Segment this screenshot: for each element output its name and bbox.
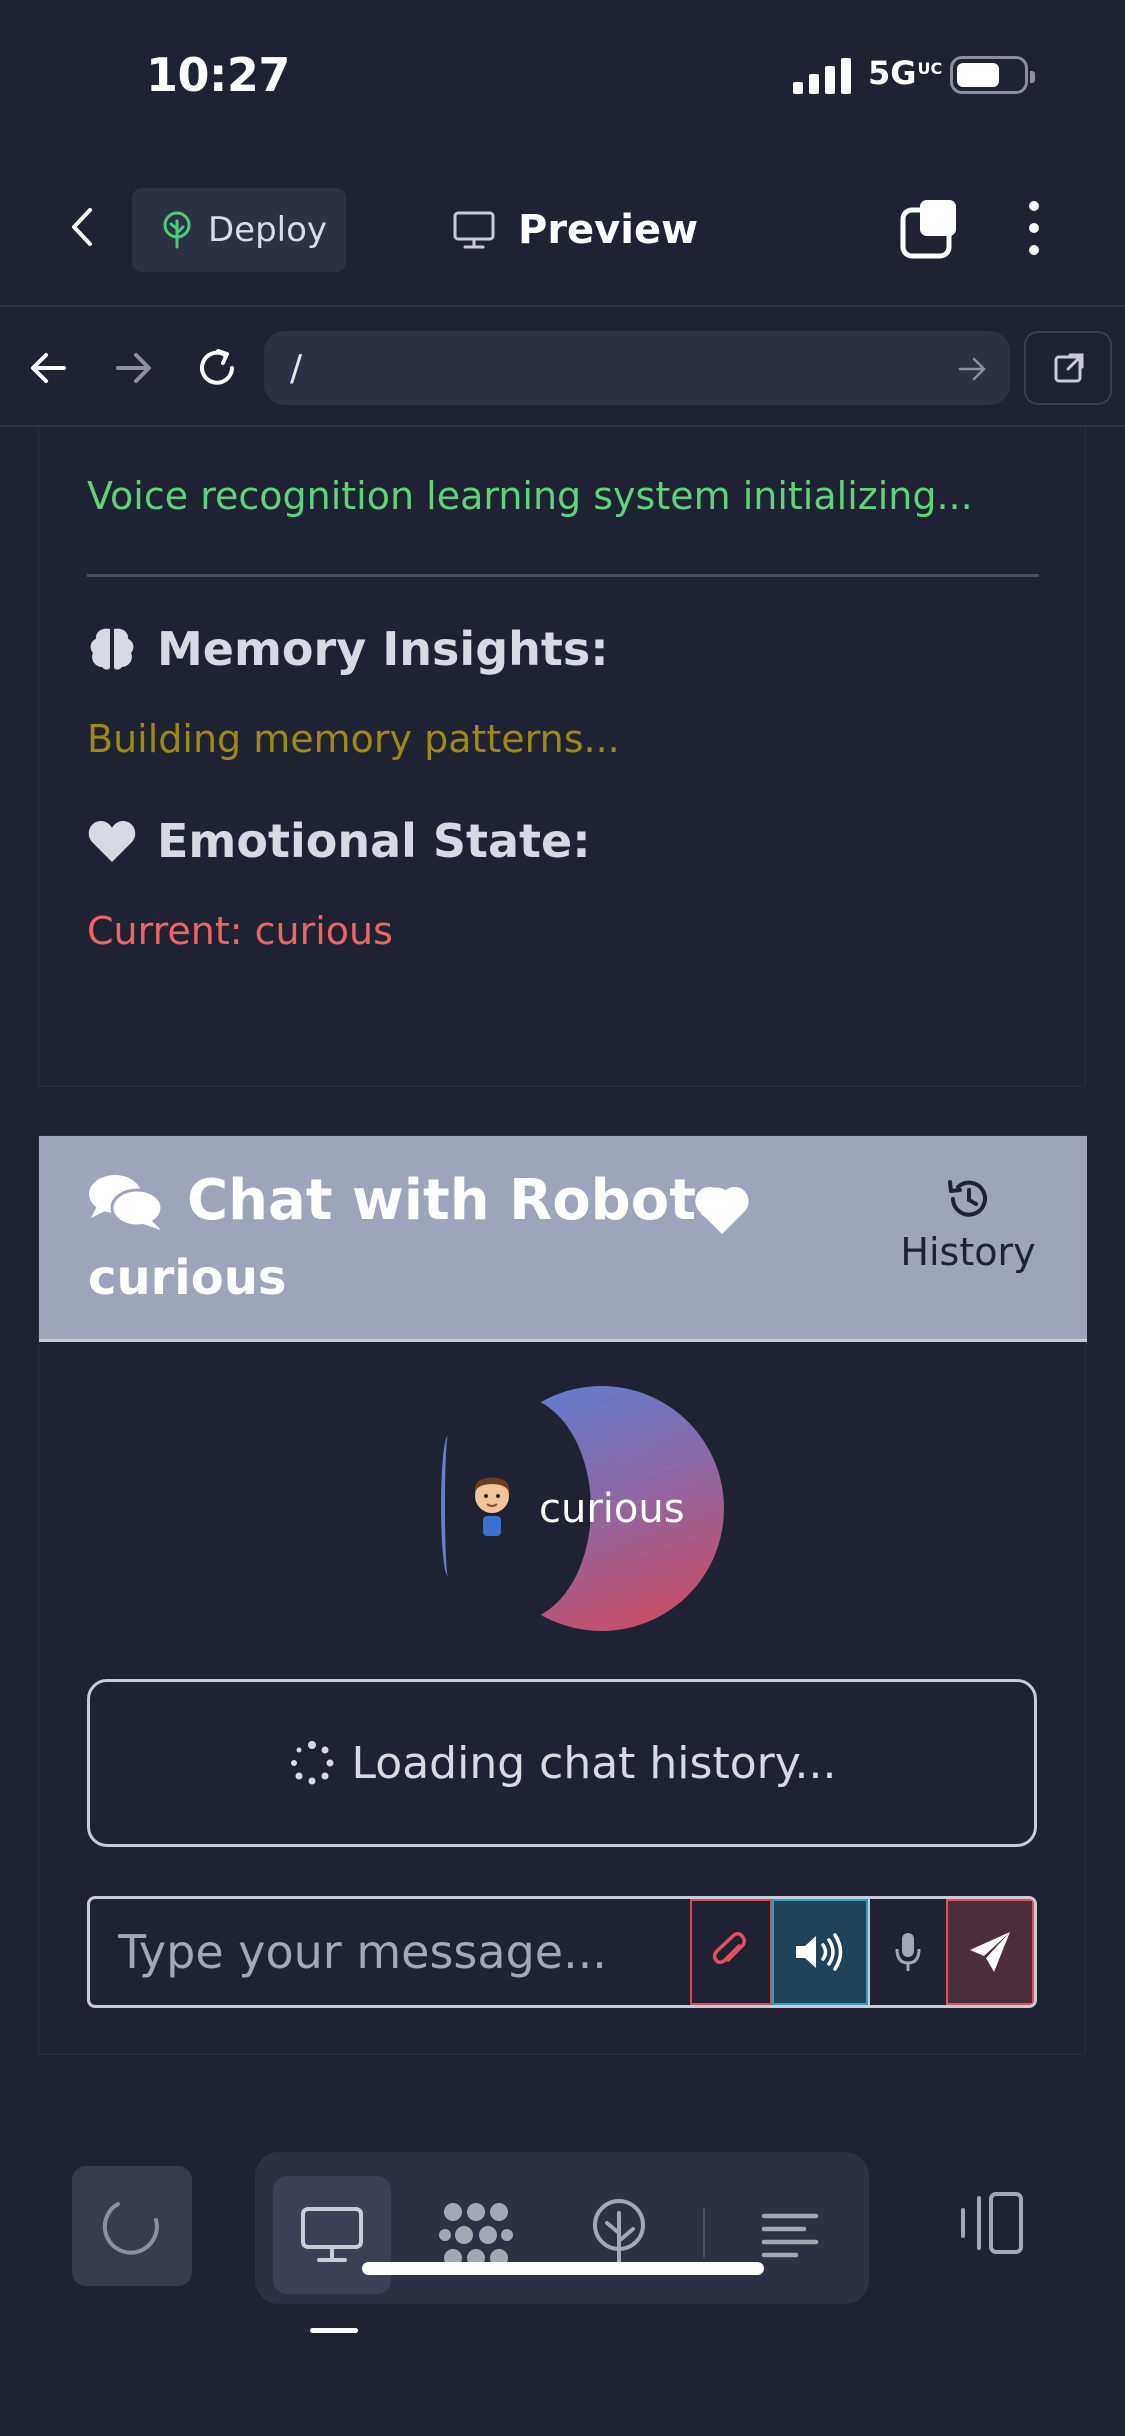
heart-icon: [695, 1187, 749, 1234]
chat-header: Chat with Roboto curious History: [39, 1136, 1087, 1342]
home-indicator: [362, 2262, 764, 2275]
send-button[interactable]: [946, 1899, 1034, 2005]
status-time: 10:27: [146, 48, 290, 102]
attach-button[interactable]: [690, 1899, 773, 2005]
chat-title: Chat with Roboto: [87, 1168, 734, 1233]
tool-console[interactable]: [731, 2176, 849, 2294]
deploy-label: Deploy: [208, 210, 328, 250]
arrow-left-icon: [31, 353, 66, 383]
molecule-icon: [439, 2203, 513, 2267]
speaker-button[interactable]: [772, 1899, 868, 2005]
align-left-icon: [761, 2213, 819, 2258]
avatar-icon: [475, 1477, 509, 1536]
message-input[interactable]: [90, 1899, 690, 2005]
divider: [87, 574, 1039, 577]
chat-emotion-label: curious: [88, 1250, 287, 1306]
chat-card: Chat with Roboto curious History curious…: [38, 1135, 1087, 2055]
refresh-icon: [200, 349, 234, 385]
volume-icon: [795, 1933, 843, 1971]
bottom-toolbar: [0, 2140, 1125, 2436]
tool-group: [255, 2152, 869, 2304]
paperclip-icon: [713, 1932, 747, 1964]
active-tab-indicator: [310, 2328, 358, 2333]
status-bar: 10:27 5GUC: [0, 0, 1125, 150]
url-input[interactable]: /: [264, 331, 1010, 405]
preview-label: Preview: [518, 207, 699, 253]
brain-icon: [90, 628, 134, 670]
toggle-panel-button[interactable]: [955, 2188, 1025, 2258]
external-link-icon: [1054, 353, 1084, 383]
paper-plane-icon: [970, 1932, 1011, 1972]
tool-deploy[interactable]: [560, 2176, 678, 2294]
more-options-button[interactable]: [1014, 196, 1054, 260]
comments-icon: [89, 1174, 164, 1230]
tabs-icon: [900, 200, 956, 259]
microphone-icon: [895, 1933, 921, 1971]
network-indicator: 5GUC: [868, 54, 943, 92]
go-arrow-icon[interactable]: [956, 353, 988, 385]
tool-workflows[interactable]: [417, 2176, 535, 2294]
preview-button[interactable]: Preview: [452, 190, 698, 270]
arrow-right-icon: [116, 353, 151, 383]
signal-icon: [793, 58, 851, 94]
spinner-icon: [290, 1741, 334, 1785]
voice-status-text: Voice recognition learning system initia…: [87, 474, 973, 518]
history-button[interactable]: History: [863, 1176, 1073, 1306]
monitor-icon: [453, 211, 495, 249]
tree-icon: [163, 211, 191, 249]
heart-icon: [88, 821, 136, 862]
url-text: /: [290, 347, 303, 389]
open-external-button[interactable]: [1024, 331, 1112, 405]
app-bar: Deploy Preview: [0, 150, 1125, 307]
tree-icon: [593, 2199, 645, 2271]
deploy-button[interactable]: Deploy: [132, 188, 346, 272]
emotional-state-text: Current: curious: [87, 909, 393, 953]
memory-insights-heading: Memory Insights:: [87, 622, 609, 676]
history-icon: [948, 1180, 987, 1217]
url-bar: /: [0, 309, 1125, 427]
chat-history-loading: Loading chat history...: [87, 1679, 1037, 1847]
microphone-button[interactable]: [867, 1899, 946, 2005]
memory-insights-text: Building memory patterns...: [87, 717, 620, 761]
tool-preview[interactable]: [273, 2176, 391, 2294]
loading-button[interactable]: [72, 2166, 192, 2286]
chevron-left-icon: [72, 208, 92, 246]
message-composer: [87, 1896, 1037, 2008]
sidebar-icon: [961, 2192, 1023, 2254]
reload-button[interactable]: [192, 343, 242, 393]
back-button[interactable]: [60, 202, 110, 252]
page-content: Voice recognition learning system initia…: [0, 427, 1125, 2127]
emotional-state-heading: Emotional State:: [87, 814, 591, 868]
browser-forward-button[interactable]: [108, 343, 158, 393]
battery-icon: [950, 56, 1035, 94]
monitor-icon: [301, 2207, 363, 2262]
browser-back-button[interactable]: [24, 343, 74, 393]
roboto-avatar: curious: [441, 1386, 724, 1631]
more-vertical-icon: [1029, 201, 1039, 255]
loading-spinner-icon: [102, 2202, 159, 2255]
avatar-emotion-label: curious: [539, 1486, 685, 1532]
loading-text: Loading chat history...: [351, 1737, 837, 1789]
tabs-button[interactable]: [898, 196, 962, 260]
history-label: History: [900, 1230, 1036, 1274]
